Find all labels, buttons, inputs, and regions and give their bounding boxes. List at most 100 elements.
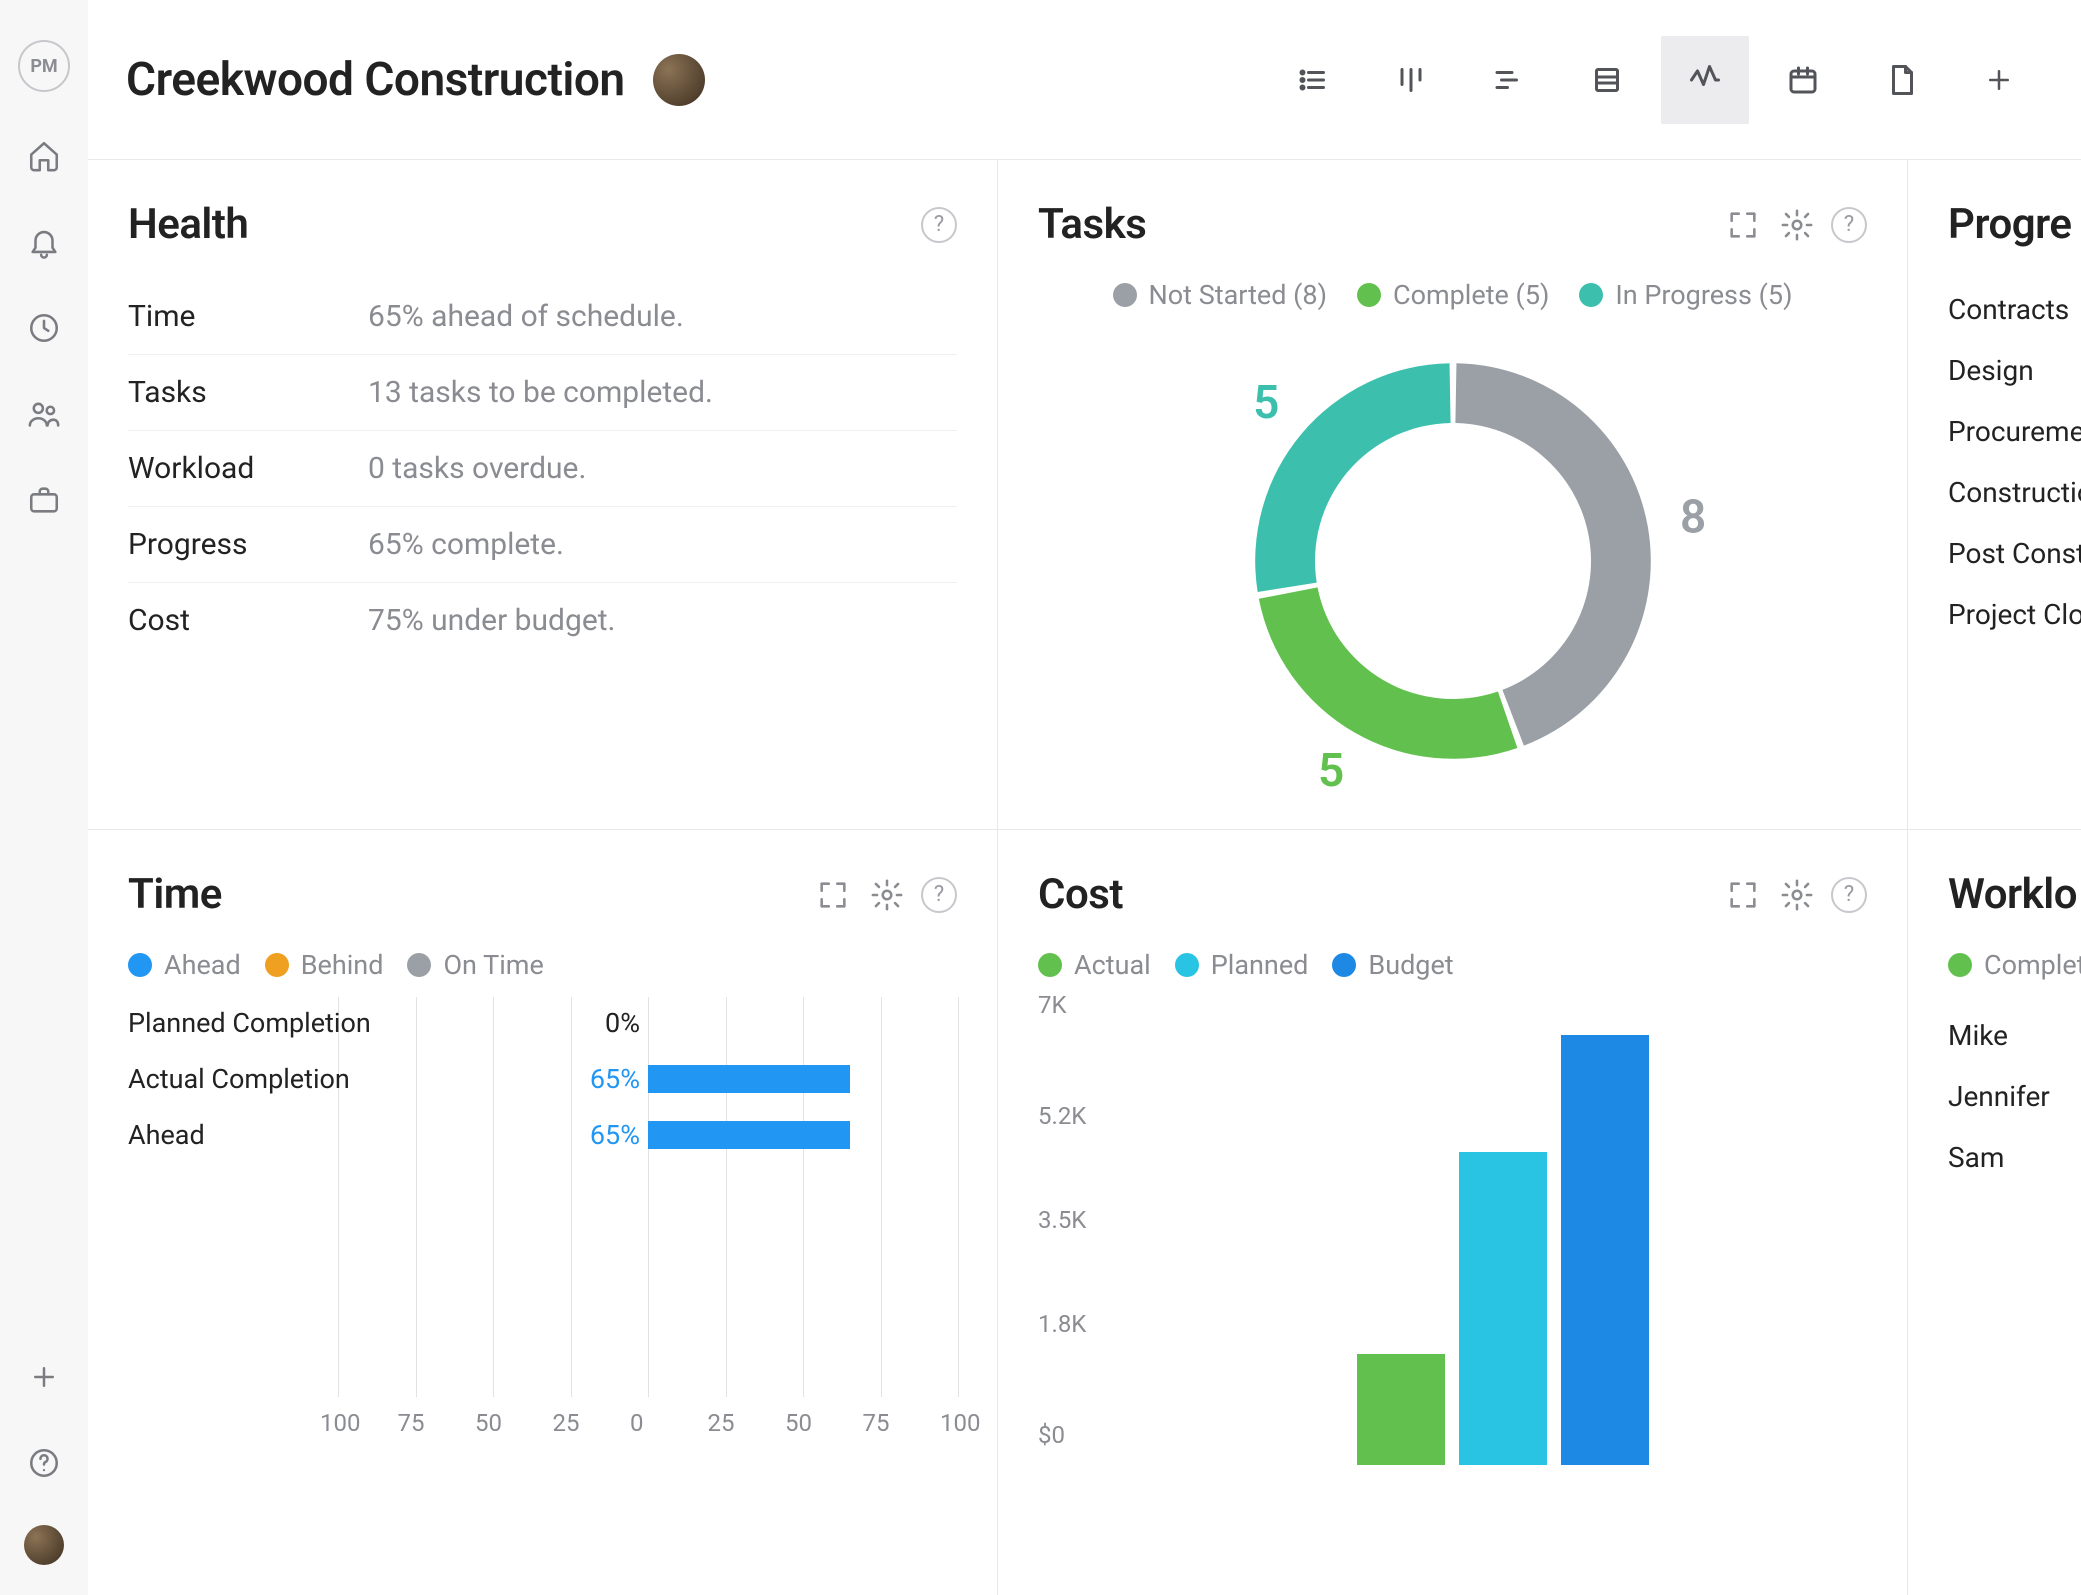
briefcase-icon[interactable] [20,476,68,524]
view-sheet-icon[interactable] [1563,36,1651,124]
gridline [648,997,649,1397]
panel-tasks: Tasks ? Not Started (8) Complete (5) In … [998,160,1908,830]
bell-icon[interactable] [20,218,68,266]
expand-icon[interactable] [1723,205,1763,245]
donut-segment[interactable] [1255,363,1450,592]
time-row-label: Ahead [128,1119,205,1151]
panel-time: Time ? Ahead Behind On Time Planned Comp… [88,830,998,1595]
axis-tick-label: 50 [475,1409,502,1437]
clock-icon[interactable] [20,304,68,352]
axis-tick-label: 3.5K [1038,1206,1086,1234]
workload-item[interactable]: Mike [1948,1005,2041,1066]
user-avatar[interactable] [24,1525,64,1565]
legend-item-budget[interactable]: Budget [1332,949,1453,981]
panel-title-progress: Progre [1948,200,2071,249]
donut-segment[interactable] [1258,587,1517,758]
view-dashboard-icon[interactable] [1661,36,1749,124]
expand-icon[interactable] [813,875,853,915]
help-icon[interactable]: ? [1831,877,1867,913]
time-bar[interactable] [648,1065,850,1093]
view-gantt-icon[interactable] [1465,36,1553,124]
project-title: Creekwood Construction [126,53,625,107]
health-row: Cost 75% under budget. [128,583,957,658]
sidebar: PM [0,0,88,1595]
axis-tick-label: 5.2K [1038,1102,1086,1130]
workload-item[interactable]: Jennifer [1948,1066,2041,1127]
donut-segment[interactable] [1455,363,1650,745]
view-calendar-icon[interactable] [1759,36,1847,124]
view-board-icon[interactable] [1367,36,1455,124]
panel-title-cost: Cost [1038,870,1123,919]
view-tabs [1269,36,2043,124]
axis-tick-label: 100 [320,1409,360,1437]
home-icon[interactable] [20,132,68,180]
gear-icon[interactable] [1777,875,1817,915]
time-bar[interactable] [648,1121,850,1149]
legend-label: In Progress (5) [1615,279,1792,311]
legend-item-complete[interactable]: Complet [1948,949,2081,981]
health-list: Time 65% ahead of schedule. Tasks 13 tas… [128,279,957,658]
panel-cost: Cost ? Actual Planned Budget 7K5.2K3.5K1… [998,830,1908,1595]
gear-icon[interactable] [867,875,907,915]
health-value: 65% ahead of schedule. [368,299,684,334]
legend-label: Budget [1368,949,1453,981]
help-icon[interactable]: ? [921,207,957,243]
app-logo[interactable]: PM [18,40,70,92]
help-icon[interactable]: ? [921,877,957,913]
progress-item[interactable]: Contracts [1948,279,2041,340]
gridline [803,997,804,1397]
legend-item-notstarted[interactable]: Not Started (8) [1113,279,1327,311]
axis-tick-label: 50 [785,1409,812,1437]
axis-tick-label: 75 [863,1409,890,1437]
legend-item-actual[interactable]: Actual [1038,949,1151,981]
time-chart: Planned Completion0%Actual Completion65%… [128,997,957,1437]
donut-value-label: 5 [1253,376,1279,430]
legend-item-planned[interactable]: Planned [1175,949,1309,981]
expand-icon[interactable] [1723,875,1763,915]
legend-label: Planned [1211,949,1309,981]
tasks-legend: Not Started (8) Complete (5) In Progress… [1038,279,1867,311]
project-owner-avatar[interactable] [653,54,705,106]
add-icon[interactable] [20,1353,68,1401]
legend-label: Not Started (8) [1149,279,1327,311]
cost-bar[interactable] [1357,1354,1445,1465]
legend-label: Actual [1074,949,1151,981]
progress-item[interactable]: Design [1948,340,2041,401]
health-value: 13 tasks to be completed. [368,375,713,410]
legend-item-ahead[interactable]: Ahead [128,949,241,981]
axis-tick-label: 75 [398,1409,425,1437]
topbar: Creekwood Construction [88,0,2081,160]
panel-title-workload: Worklo [1948,870,2077,919]
help-icon[interactable] [20,1439,68,1487]
health-label: Progress [128,527,368,562]
progress-item[interactable]: Constructio [1948,462,2041,523]
progress-item[interactable]: Post Constr [1948,523,2041,584]
panel-title-time: Time [128,870,222,919]
health-label: Tasks [128,375,368,410]
health-value: 65% complete. [368,527,564,562]
health-label: Workload [128,451,368,486]
cost-bar[interactable] [1561,1035,1649,1465]
people-icon[interactable] [20,390,68,438]
progress-item[interactable]: Procuremen [1948,401,2041,462]
workload-legend: Complet [1948,949,2041,981]
progress-item[interactable]: Project Clos [1948,584,2041,645]
axis-tick-label: 25 [708,1409,735,1437]
gridline [416,997,417,1397]
legend-item-complete[interactable]: Complete (5) [1357,279,1549,311]
legend-item-ontime[interactable]: On Time [407,949,543,981]
gear-icon[interactable] [1777,205,1817,245]
panel-workload: Worklo Complet Mike Jennifer Sam [1908,830,2081,1595]
view-file-icon[interactable] [1857,36,1945,124]
help-icon[interactable]: ? [1831,207,1867,243]
health-row: Tasks 13 tasks to be completed. [128,355,957,431]
cost-bar[interactable] [1459,1152,1547,1465]
add-view-icon[interactable] [1955,36,2043,124]
legend-item-behind[interactable]: Behind [265,949,384,981]
legend-item-inprogress[interactable]: In Progress (5) [1579,279,1792,311]
donut-value-label: 8 [1679,490,1705,544]
view-list-icon[interactable] [1269,36,1357,124]
workload-item[interactable]: Sam [1948,1127,2041,1188]
cost-chart: 7K5.2K3.5K1.8K$0 [1038,1005,1867,1495]
gridline [726,997,727,1397]
